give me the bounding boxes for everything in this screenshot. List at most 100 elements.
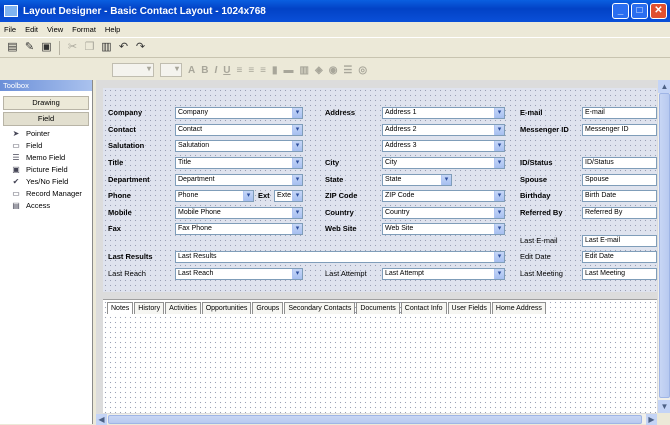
contact-label[interactable]: Contact: [108, 124, 136, 135]
minimize-button[interactable]: _: [612, 3, 629, 19]
referred-by-label[interactable]: Referred By: [520, 207, 563, 218]
state-field[interactable]: State ▾: [382, 174, 452, 186]
tab-user-fields[interactable]: User Fields: [447, 302, 491, 314]
bold-icon[interactable]: B: [201, 65, 208, 76]
undo-icon[interactable]: ↶: [117, 41, 130, 54]
tab-activities[interactable]: Activities: [165, 302, 201, 314]
contact-field[interactable]: Contact ▾: [175, 124, 303, 136]
salutation-label[interactable]: Salutation: [108, 140, 144, 151]
email-field[interactable]: E-mail: [582, 107, 657, 119]
title-label[interactable]: Title: [108, 157, 123, 168]
salutation-field[interactable]: Salutation ▾: [175, 140, 303, 152]
edit-date-label[interactable]: Edit Date: [520, 251, 551, 262]
city-label[interactable]: City: [325, 157, 339, 168]
website-field[interactable]: Web Site ▾: [382, 223, 505, 235]
align-left-icon[interactable]: ≡: [236, 65, 242, 76]
last-meeting-label[interactable]: Last Meeting: [520, 268, 563, 279]
last-reach-label[interactable]: Last Reach: [108, 268, 146, 279]
website-label[interactable]: Web Site: [325, 223, 357, 234]
underline-icon[interactable]: U: [223, 65, 230, 76]
align-center-icon[interactable]: ≡: [248, 65, 254, 76]
group-icon[interactable]: ▬: [284, 65, 294, 76]
phone-field[interactable]: Phone ▾: [175, 190, 254, 202]
title-field[interactable]: Title ▾: [175, 157, 303, 169]
phone-label[interactable]: Phone: [108, 190, 131, 201]
vertical-scrollbar[interactable]: ▲ ▼: [657, 80, 670, 413]
messenger-field[interactable]: Messenger ID: [582, 124, 657, 136]
menu-edit[interactable]: Edit: [25, 25, 38, 34]
state-label[interactable]: State: [325, 174, 343, 185]
paste-icon[interactable]: ▥: [100, 41, 113, 54]
toolbox-field-tab[interactable]: Field: [3, 112, 89, 126]
spouse-field[interactable]: Spouse: [582, 174, 657, 186]
last-email-label[interactable]: Last E-mail: [520, 235, 558, 246]
referred-by-field[interactable]: Referred By: [582, 207, 657, 219]
font-dropdown[interactable]: [112, 63, 154, 77]
tab-order-icon[interactable]: ▮: [272, 65, 278, 76]
country-label[interactable]: Country: [325, 207, 354, 218]
idstatus-label[interactable]: ID/Status: [520, 157, 553, 168]
tab-documents[interactable]: Documents: [356, 302, 400, 314]
company-label[interactable]: Company: [108, 107, 142, 118]
menu-format[interactable]: Format: [72, 25, 96, 34]
toolbox-item-access[interactable]: ▤ Access: [0, 199, 92, 211]
edit-date-field[interactable]: Edit Date: [582, 251, 657, 263]
font-size-dropdown[interactable]: [160, 63, 182, 77]
address3-field[interactable]: Address 3 ▾: [382, 140, 505, 152]
toolbox-drawing-tab[interactable]: Drawing: [3, 96, 89, 110]
fill-color-icon[interactable]: ◈: [315, 65, 323, 76]
address2-field[interactable]: Address 2 ▾: [382, 124, 505, 136]
toolbox-item-pointer[interactable]: ➤ Pointer: [0, 127, 92, 139]
tab-opportunities[interactable]: Opportunities: [201, 302, 252, 314]
zip-field[interactable]: ZIP Code ▾: [382, 190, 505, 202]
address1-field[interactable]: Address 1 ▾: [382, 107, 505, 119]
birthday-field[interactable]: Birth Date: [582, 190, 657, 202]
save-icon[interactable]: ▣: [40, 41, 53, 54]
ext-field[interactable]: Exte ▾: [274, 190, 303, 202]
font-color-icon[interactable]: A: [188, 65, 195, 76]
line-style-icon[interactable]: ☰: [343, 65, 352, 76]
fax-label[interactable]: Fax: [108, 223, 121, 234]
spouse-label[interactable]: Spouse: [520, 174, 547, 185]
last-attempt-field[interactable]: Last Attempt ▾: [382, 268, 505, 280]
fax-field[interactable]: Fax Phone ▾: [175, 223, 303, 235]
scroll-down-icon[interactable]: ▼: [658, 400, 670, 413]
birthday-label[interactable]: Birthday: [520, 190, 550, 201]
department-label[interactable]: Department: [108, 174, 150, 185]
scroll-left-icon[interactable]: ◀: [96, 414, 107, 425]
scroll-right-icon[interactable]: ▶: [646, 414, 657, 425]
country-field[interactable]: Country ▾: [382, 207, 505, 219]
new-layout-icon[interactable]: ▤: [6, 41, 19, 54]
toolbox-item-field[interactable]: ▭ Field: [0, 139, 92, 151]
last-attempt-label[interactable]: Last Attempt: [325, 268, 367, 279]
department-field[interactable]: Department ▾: [175, 174, 303, 186]
vertical-scroll-thumb[interactable]: [659, 93, 670, 398]
toolbox-item-picture-field[interactable]: ▣ Picture Field: [0, 163, 92, 175]
toolbox-item-yes-no-field[interactable]: ✔ Yes/No Field: [0, 175, 92, 187]
menu-help[interactable]: Help: [105, 25, 120, 34]
menu-view[interactable]: View: [47, 25, 63, 34]
close-button[interactable]: ✕: [650, 3, 667, 19]
effects-icon[interactable]: ◎: [358, 65, 367, 76]
email-label[interactable]: E-mail: [520, 107, 543, 118]
tab-contact-info[interactable]: Contact Info: [400, 302, 447, 314]
city-field[interactable]: City ▾: [382, 157, 505, 169]
menu-file[interactable]: File: [4, 25, 16, 34]
zip-label[interactable]: ZIP Code: [325, 190, 357, 201]
italic-icon[interactable]: I: [214, 65, 217, 76]
address-label[interactable]: Address: [325, 107, 355, 118]
line-color-icon[interactable]: ◉: [329, 65, 338, 76]
copy-icon[interactable]: ❐: [83, 41, 96, 54]
messenger-label[interactable]: Messenger ID: [520, 124, 569, 135]
mobile-label[interactable]: Mobile: [108, 207, 132, 218]
last-reach-field[interactable]: Last Reach ▾: [175, 268, 303, 280]
idstatus-field[interactable]: ID/Status: [582, 157, 657, 169]
tab-groups[interactable]: Groups: [252, 302, 284, 314]
scroll-up-icon[interactable]: ▲: [658, 80, 670, 93]
tab-history[interactable]: History: [134, 302, 165, 314]
columns-icon[interactable]: ▥: [300, 65, 309, 76]
last-meeting-field[interactable]: Last Meeting: [582, 268, 657, 280]
tab-secondary-contacts[interactable]: Secondary Contacts: [284, 302, 356, 314]
company-field[interactable]: Company ▾: [175, 107, 303, 119]
open-icon[interactable]: ✎: [23, 41, 36, 54]
